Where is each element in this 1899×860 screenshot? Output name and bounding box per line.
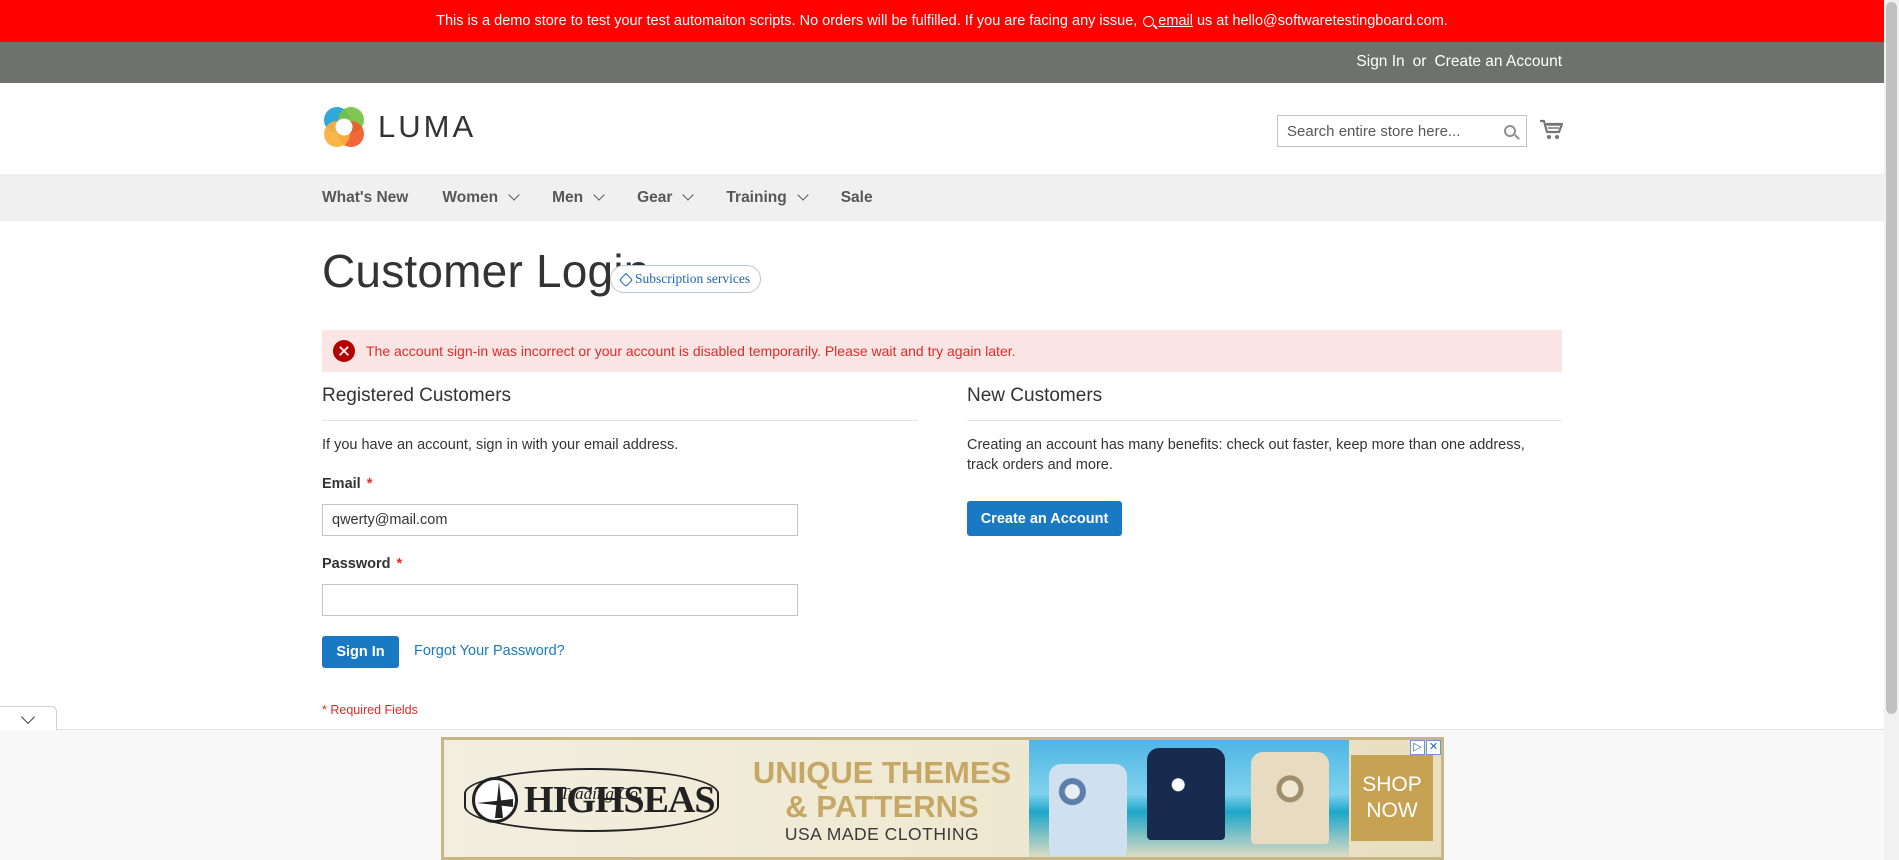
- ad-shirt-image: [1049, 764, 1127, 856]
- chevron-down-icon: [682, 189, 695, 201]
- nav-item-label: Sale: [840, 188, 873, 206]
- new-customers-title: New Customers: [967, 385, 1103, 406]
- email-input[interactable]: [323, 505, 797, 535]
- demo-notice-text-end: us at hello@softwaretestingboard.com.: [1196, 13, 1448, 29]
- email-required-mark: *: [366, 476, 373, 492]
- ad-headline: UNIQUE THEMES & PATTERNS: [727, 756, 1037, 824]
- forgot-password-link[interactable]: Forgot Your Password?: [414, 643, 565, 659]
- new-customers-text-line1: Creating an account has many benefits: c…: [967, 437, 1525, 453]
- password-field[interactable]: [322, 584, 798, 616]
- create-account-button[interactable]: Create an Account: [967, 501, 1122, 536]
- shopping-cart-icon[interactable]: [1539, 117, 1563, 141]
- chevron-down-icon: [593, 189, 605, 201]
- ad-shop-line1: SHOP: [1362, 773, 1422, 796]
- nav-item-gear[interactable]: Gear: [637, 188, 695, 207]
- password-label: Password *: [322, 556, 402, 572]
- chevron-down-icon: [20, 709, 36, 725]
- password-input[interactable]: [323, 585, 797, 615]
- error-icon: [333, 340, 355, 362]
- chevron-down-icon: [508, 189, 520, 201]
- demo-notice-text: This is a demo store to test your test a…: [436, 13, 1138, 29]
- ad-shop-now-button[interactable]: SHOP NOW: [1351, 755, 1433, 841]
- nav-item-label: What's New: [322, 188, 409, 206]
- top-panel-header: Sign In or Create an Account: [0, 42, 1884, 83]
- adchoices-icon[interactable]: ▷: [1410, 740, 1425, 755]
- compass-icon: [472, 777, 518, 823]
- registered-intro: If you have an account, sign in with you…: [322, 437, 679, 453]
- advertisement-banner[interactable]: HIGHSEAS Trading Co. UNIQUE THEMES & PAT…: [441, 737, 1444, 860]
- close-icon[interactable]: ✕: [1426, 740, 1441, 755]
- subscription-services-badge[interactable]: Subscription services: [610, 265, 762, 293]
- site-header: LUMA: [0, 83, 1884, 174]
- nav-item-men[interactable]: Men: [552, 188, 605, 207]
- password-required-mark: *: [396, 556, 403, 572]
- ad-headline-line2: & PATTERNS: [785, 789, 979, 824]
- luma-logo[interactable]: LUMA: [322, 105, 476, 149]
- demo-notice-bar: This is a demo store to test your test a…: [0, 0, 1884, 42]
- search-icon: [1143, 15, 1155, 27]
- tag-icon: [618, 272, 634, 288]
- email-label: Email *: [322, 476, 372, 492]
- ad-subline: USA MADE CLOTHING: [784, 824, 980, 844]
- logo-text: LUMA: [378, 109, 477, 144]
- ad-headline-line1: UNIQUE THEMES: [752, 755, 1012, 790]
- nav-item-sale[interactable]: Sale: [841, 189, 873, 207]
- new-customers-text-line2: track orders and more.: [967, 457, 1113, 473]
- new-customers-divider: [967, 420, 1562, 421]
- nav-item-label: Women: [442, 188, 499, 206]
- header-links: Sign In or Create an Account: [1356, 53, 1562, 71]
- nav-item-label: Gear: [637, 188, 673, 206]
- ad-shop-line2: NOW: [1366, 799, 1418, 822]
- create-account-link[interactable]: Create an Account: [1434, 53, 1562, 71]
- registered-customers-title: Registered Customers: [322, 385, 512, 406]
- error-message: The account sign-in was incorrect or you…: [322, 330, 1562, 372]
- email-link[interactable]: email: [1158, 13, 1193, 29]
- luma-logo-icon: [324, 107, 364, 147]
- email-label-text: Email: [322, 476, 361, 492]
- subscription-services-label: Subscription services: [635, 271, 751, 286]
- nav-item-label: Men: [552, 188, 584, 206]
- nav-item-women[interactable]: Women: [442, 188, 520, 207]
- or-text: or: [1412, 53, 1427, 70]
- search-box[interactable]: [1277, 115, 1527, 147]
- chevron-down-icon: [797, 189, 809, 201]
- registered-divider: [322, 420, 918, 421]
- error-message-text: The account sign-in was incorrect or you…: [366, 343, 1016, 359]
- email-field[interactable]: [322, 504, 798, 536]
- nav-items: What's New Women Men Gear Training Sale: [322, 174, 907, 221]
- vertical-scrollbar[interactable]: [1884, 0, 1899, 860]
- sign-in-link[interactable]: Sign In: [1356, 53, 1404, 71]
- search-input[interactable]: [1278, 116, 1526, 146]
- ad-shirt-image: [1251, 752, 1329, 844]
- nav-item-what-s-new[interactable]: What's New: [322, 189, 408, 207]
- required-fields-note: * Required Fields: [322, 703, 418, 717]
- password-label-text: Password: [322, 556, 391, 572]
- page-title: Customer Login: [322, 245, 650, 297]
- ad-controls: ▷ ✕: [1410, 740, 1441, 755]
- nav-item-training[interactable]: Training: [726, 188, 809, 207]
- scrollbar-thumb[interactable]: [1886, 2, 1897, 714]
- ad-beach-image: [1029, 740, 1349, 857]
- ad-shirt-image: [1147, 748, 1225, 840]
- sign-in-button[interactable]: Sign In: [322, 636, 399, 668]
- main-navigation: What's New Women Men Gear Training Sale: [0, 174, 1884, 221]
- ad-collapse-toggle[interactable]: [0, 706, 57, 730]
- ad-brand-subtitle: Trading Co.: [560, 784, 643, 803]
- nav-item-label: Training: [726, 188, 787, 206]
- search-icon[interactable]: [1504, 125, 1516, 137]
